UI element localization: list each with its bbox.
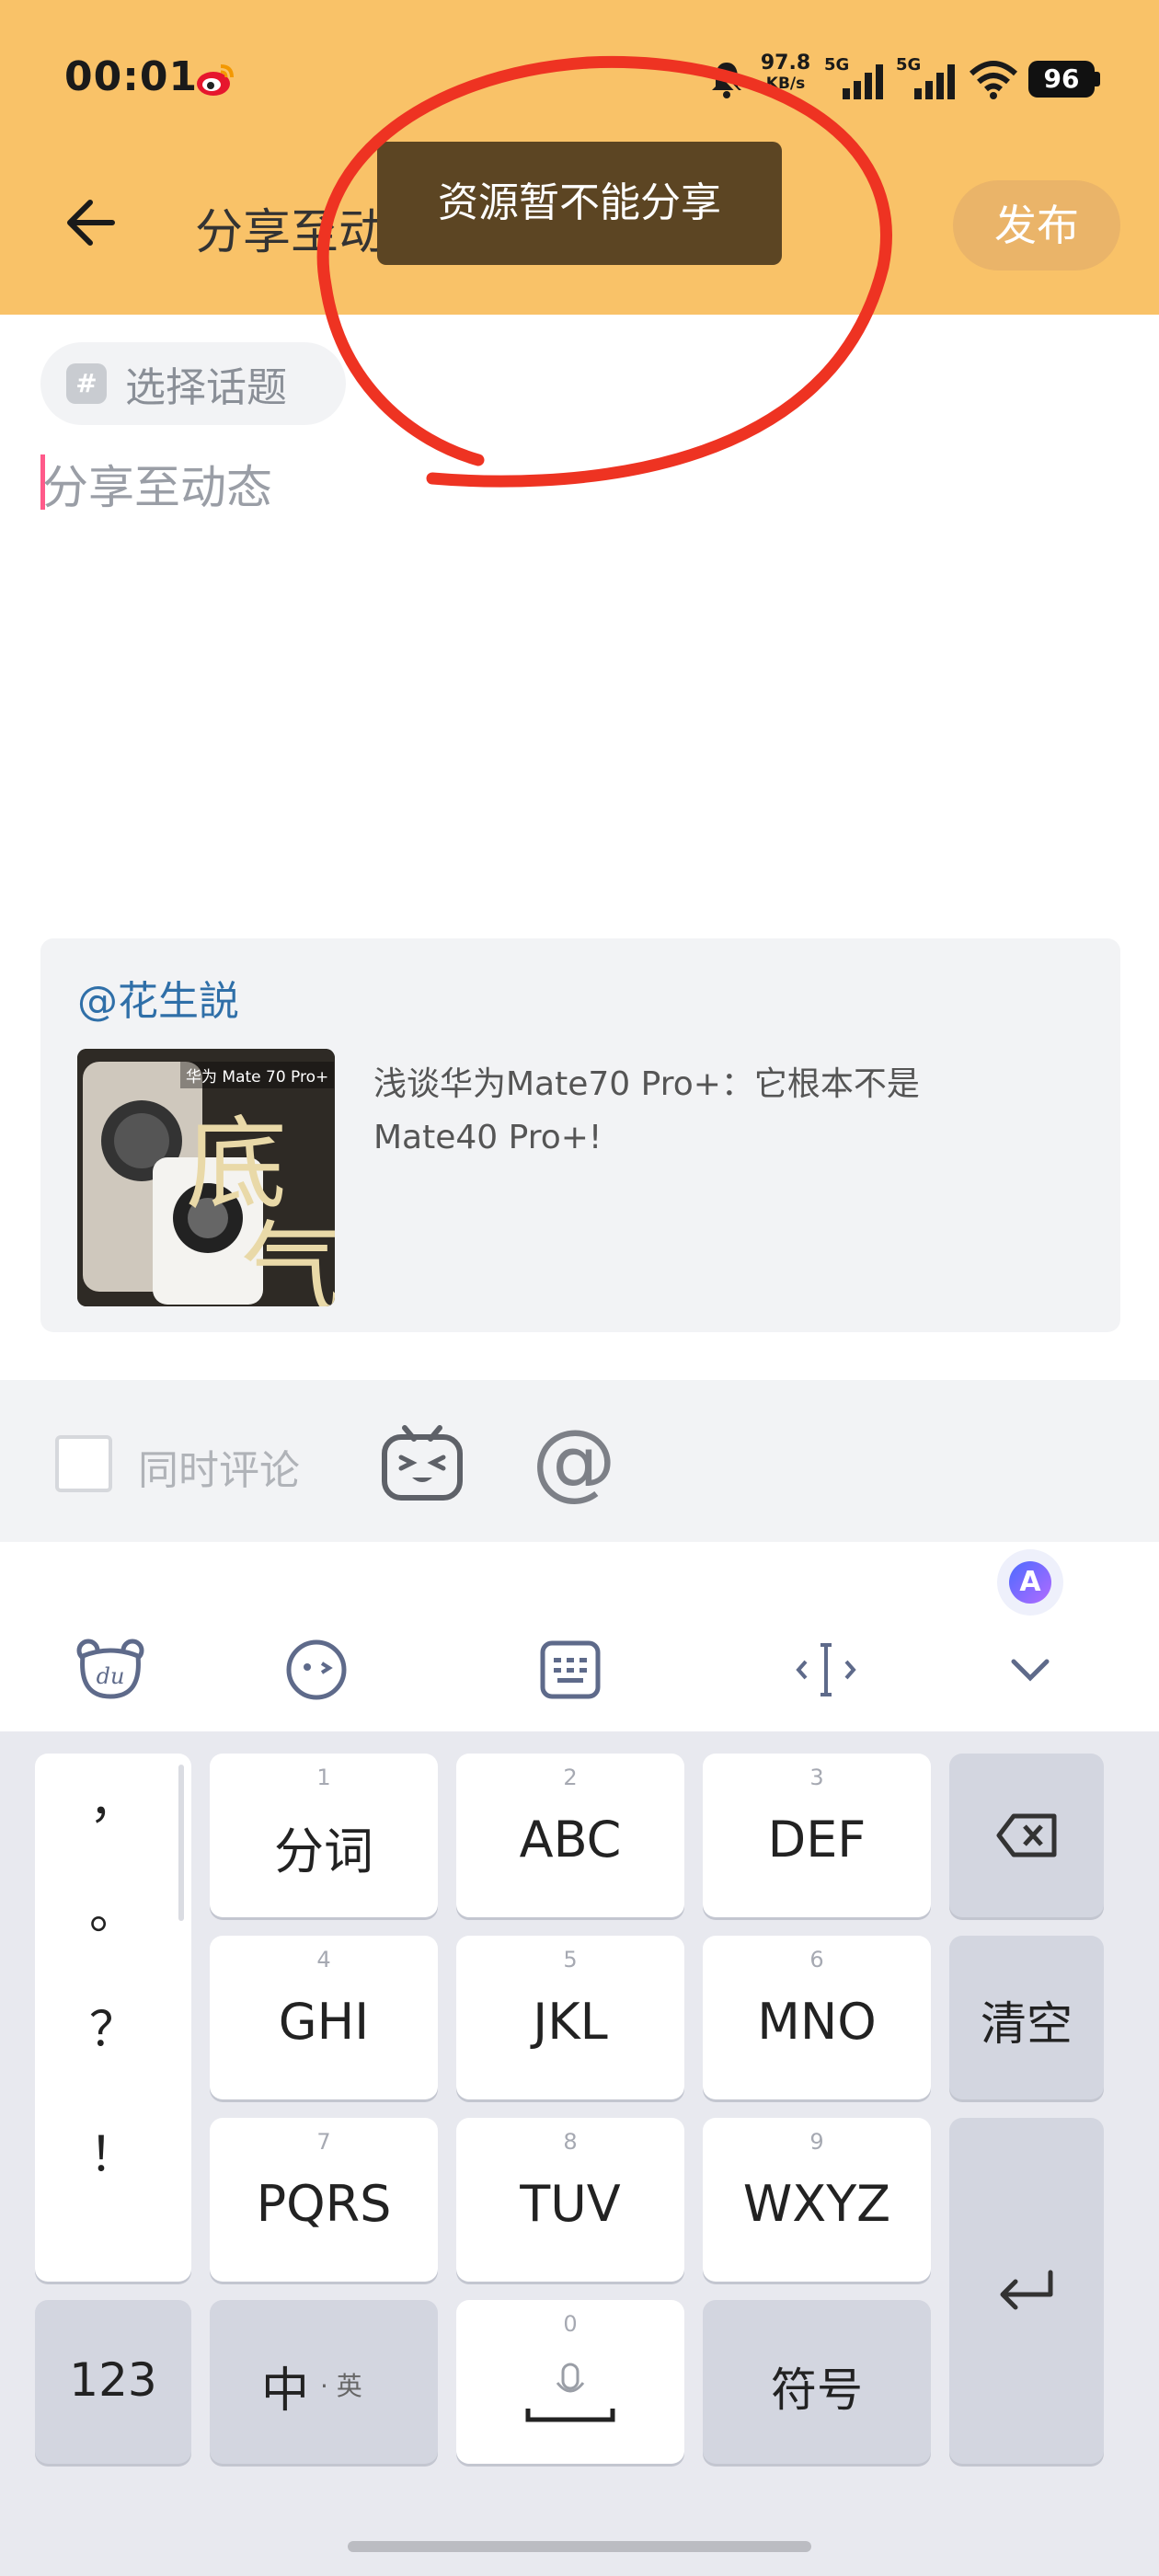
- bilibili-emoji-icon[interactable]: [381, 1420, 464, 1503]
- key-3-def[interactable]: 3 DEF: [703, 1754, 931, 1917]
- back-arrow-icon[interactable]: [59, 193, 118, 252]
- choose-topic-label: 选择话题: [125, 364, 287, 411]
- shared-thumbnail: 华为 Mate 70 Pro+ 底 气: [77, 1049, 335, 1306]
- backspace-icon: [996, 1813, 1057, 1857]
- punct-period-key[interactable]: 。: [35, 1873, 191, 1942]
- punctuation-column[interactable]: ， 。 ？ ！: [35, 1754, 191, 2282]
- key-8-tuv[interactable]: 8 TUV: [456, 2118, 684, 2282]
- enter-key[interactable]: [949, 2118, 1104, 2464]
- toast-message: 资源暂不能分享: [377, 142, 782, 265]
- key-7-pqrs[interactable]: 7 PQRS: [210, 2118, 438, 2282]
- post-text-input[interactable]: 分享至动态: [42, 451, 272, 517]
- key-4-ghi[interactable]: 4 GHI: [210, 1936, 438, 2099]
- also-comment-label: 同时评论: [138, 1447, 300, 1494]
- mention-at-button[interactable]: @: [532, 1415, 616, 1507]
- status-time: 00:01: [64, 53, 199, 100]
- key-2-abc[interactable]: 2 ABC: [456, 1754, 684, 1917]
- key-6-mno[interactable]: 6 MNO: [703, 1936, 931, 2099]
- svg-text:du: du: [97, 1663, 125, 1689]
- microphone-space-icon: [525, 2363, 615, 2422]
- also-comment-checkbox[interactable]: [55, 1435, 112, 1492]
- keyboard-icon[interactable]: [534, 1638, 607, 1702]
- choose-topic-button[interactable]: # 选择话题: [40, 342, 346, 425]
- weibo-app-icon: [197, 64, 234, 96]
- collapse-chevron-icon[interactable]: [993, 1638, 1067, 1702]
- home-indicator[interactable]: [348, 2541, 811, 2552]
- key-9-wxyz[interactable]: 9 WXYZ: [703, 2118, 931, 2282]
- thumbnail-big-text-2: 气: [241, 1211, 335, 1306]
- punct-question-key[interactable]: ？: [35, 1991, 191, 2060]
- cell-signal-icon: [843, 64, 883, 99]
- symbols-key[interactable]: 符号: [703, 2300, 931, 2464]
- backspace-key[interactable]: [949, 1754, 1104, 1917]
- key-1-segment[interactable]: 1 分词: [210, 1754, 438, 1917]
- publish-button[interactable]: 发布: [953, 180, 1120, 270]
- space-key[interactable]: 0: [456, 2300, 684, 2464]
- ime-ai-button[interactable]: A: [997, 1549, 1063, 1616]
- ai-assistant-icon: A: [1009, 1561, 1051, 1604]
- net-speed: 97.8 KB/s: [760, 52, 811, 94]
- emoji-face-icon[interactable]: [280, 1638, 353, 1702]
- wifi-icon: [969, 61, 1018, 99]
- enter-icon: [1000, 2270, 1053, 2310]
- du-bear-icon[interactable]: du: [74, 1638, 147, 1702]
- language-switch-key[interactable]: 中 · 英: [210, 2300, 438, 2464]
- battery-tip: [1095, 72, 1100, 86]
- punct-comma-key[interactable]: ，: [35, 1763, 191, 1832]
- battery-level: 96: [1028, 61, 1095, 98]
- shared-author-link[interactable]: @花生説: [77, 968, 239, 1027]
- mute-bell-icon: [710, 63, 743, 98]
- shared-description: 浅谈华为Mate70 Pro+：它根本不是 Mate40 Pro+!: [373, 1065, 920, 1156]
- ime-toolbar: [0, 1542, 1159, 1731]
- hashtag-icon: #: [66, 363, 107, 404]
- clear-key[interactable]: 清空: [949, 1936, 1104, 2099]
- punct-exclaim-key[interactable]: ！: [35, 2116, 191, 2185]
- cell-signal-icon: [914, 64, 955, 99]
- numbers-key[interactable]: 123: [35, 2300, 191, 2464]
- cursor-move-icon[interactable]: [789, 1638, 863, 1702]
- key-5-jkl[interactable]: 5 JKL: [456, 1936, 684, 2099]
